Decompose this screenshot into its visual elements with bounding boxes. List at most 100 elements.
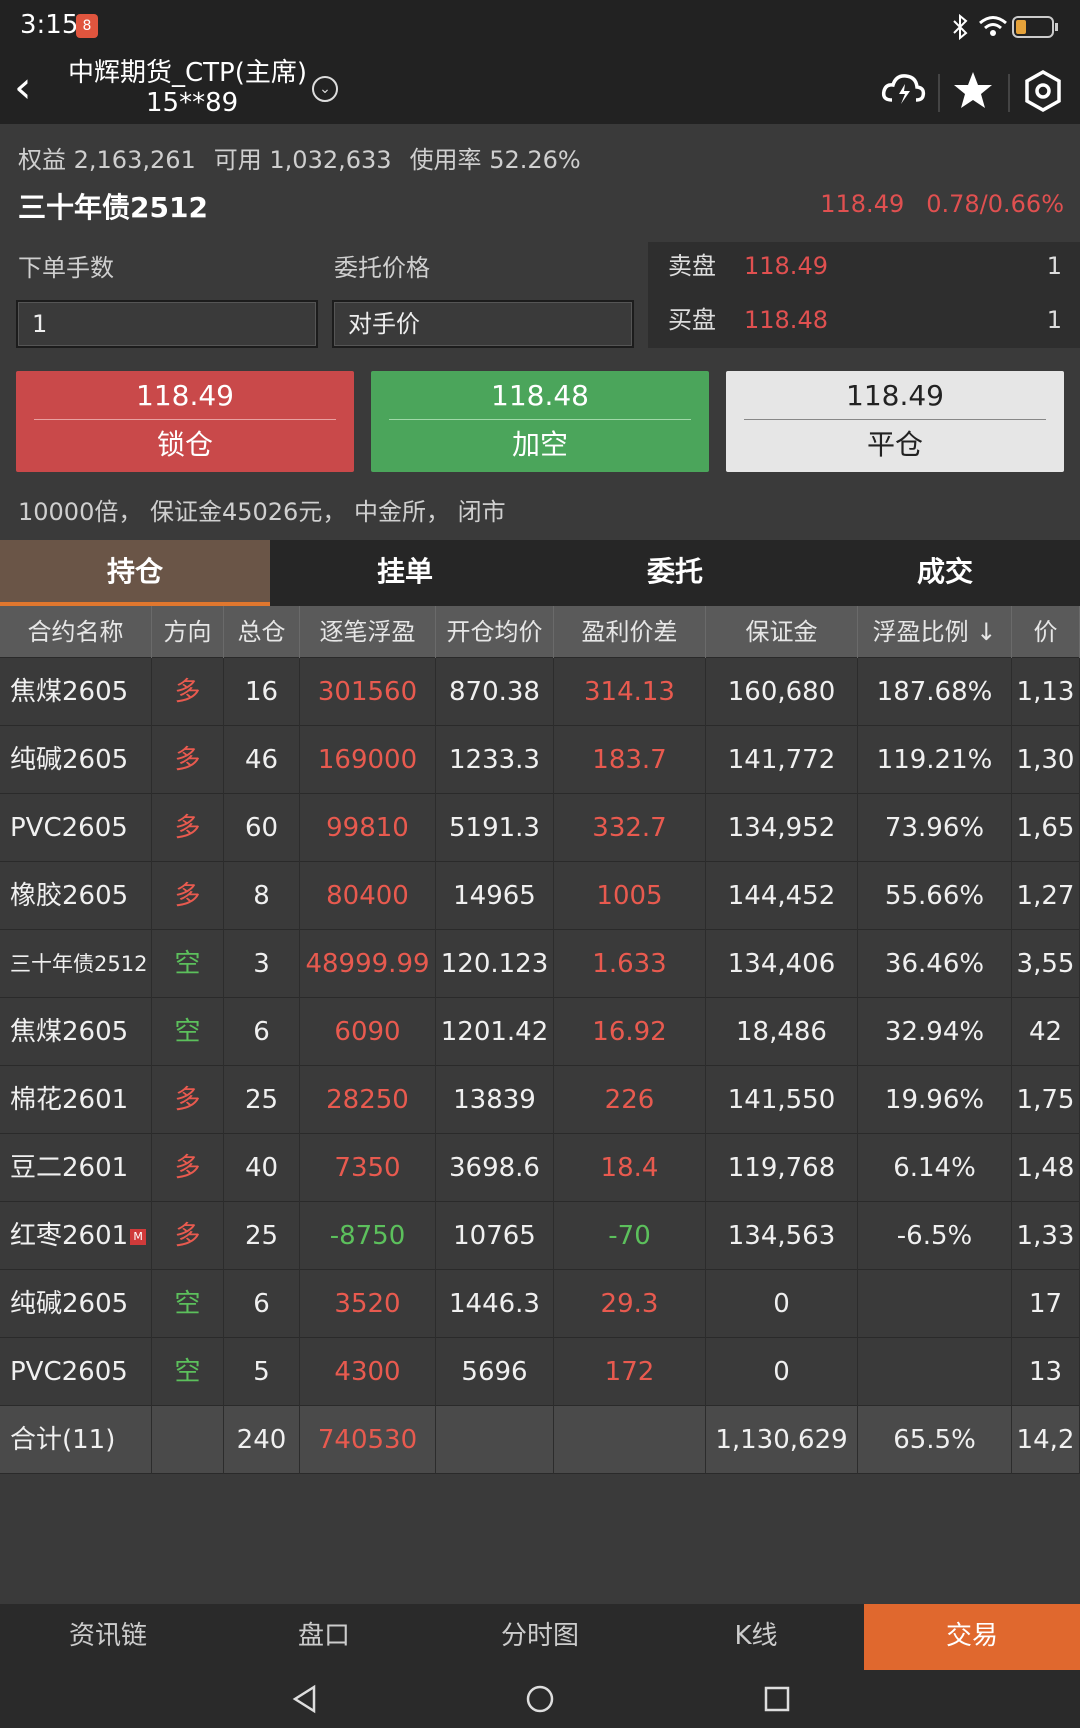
cell-text: 32.94% xyxy=(884,1017,985,1047)
table-row[interactable]: 三十年债2512 空 3 48999.99 120.123 1.633 134,406 36.… xyxy=(0,930,1080,998)
cell-margin: 141,772 xyxy=(706,726,858,794)
table-row[interactable]: 红枣2601 M 多 25 -8750 10765 -70 134,563 -6.5% 1,33 xyxy=(0,1202,1080,1270)
nav-timeshare[interactable]: 分时图 xyxy=(432,1604,648,1670)
cell-margin: 134,563 xyxy=(706,1202,858,1270)
tab-trades[interactable]: 成交 xyxy=(810,540,1080,606)
nav-news[interactable]: 资讯链 xyxy=(0,1604,216,1670)
table-row[interactable]: PVC2605 多 60 99810 5191.3 332.7 134,952 73.96% 1… xyxy=(0,794,1080,862)
header-pnl-ratio[interactable]: 浮盈比例 ↓ xyxy=(858,606,1012,658)
tab-pending[interactable]: 挂单 xyxy=(270,540,540,606)
cell-margin: 18,486 xyxy=(706,998,858,1066)
cell-text: 141,772 xyxy=(727,745,836,775)
cell-avg-price: 14965 xyxy=(436,862,554,930)
ask-label: 卖盘 xyxy=(668,252,716,280)
back-icon[interactable]: ‹ xyxy=(14,66,32,110)
recents-square-icon[interactable] xyxy=(762,1684,792,1714)
table-header: 合约名称 方向 总仓 逐笔浮盈 开仓均价 盈利价差 保证金 浮盈比例 ↓ 价 xyxy=(0,606,1080,658)
lock-position-button[interactable]: 118.49 锁仓 xyxy=(16,371,354,472)
cell-name: PVC2605 xyxy=(0,1338,152,1406)
header-separator xyxy=(938,74,940,112)
settings-icon[interactable] xyxy=(1018,66,1068,116)
cell-pnl-ratio: 32.94% xyxy=(858,998,1012,1066)
nav-orderbook[interactable]: 盘口 xyxy=(216,1604,432,1670)
cell-text: 1.633 xyxy=(592,949,667,979)
cell-text: 1,75 xyxy=(1016,1085,1075,1115)
favorite-star-icon[interactable] xyxy=(948,66,998,116)
cell-text: 183.7 xyxy=(592,745,667,775)
ask-row: 卖盘 118.49 1 xyxy=(668,246,1062,286)
cell-text: 棉花2601 xyxy=(10,1085,129,1115)
cell-total-qty: 3 xyxy=(224,930,300,998)
table-row[interactable]: PVC2605 空 5 4300 5696 172 0 13 xyxy=(0,1338,1080,1406)
tab-orders[interactable]: 委托 xyxy=(540,540,810,606)
table-row[interactable]: 焦煤2605 多 16 301560 870.38 314.13 160,680 187.68… xyxy=(0,658,1080,726)
total-row[interactable]: 合计(11) 240 740530 1,130,629 65.5% 14,2 xyxy=(0,1406,1080,1474)
cell-text: -8750 xyxy=(329,1221,406,1251)
cell-total-qty: 6 xyxy=(224,998,300,1066)
header-direction: 方向 xyxy=(152,606,224,658)
contract-info: 10000倍， 保证金45026元， 中金所， 闭市 xyxy=(18,498,506,526)
cell-float-pnl: 740530 xyxy=(300,1406,436,1474)
account-dropdown-icon[interactable]: ⌄ xyxy=(312,76,338,102)
cell-text: 29.3 xyxy=(600,1289,659,1319)
table-row[interactable]: 棉花2601 多 25 28250 13839 226 141,550 19.96% 1,75 xyxy=(0,1066,1080,1134)
cell-text: -70 xyxy=(608,1221,651,1251)
cell-avg-price: 5696 xyxy=(436,1338,554,1406)
quantity-input[interactable]: 1 xyxy=(16,300,318,348)
cell-text: 19.96% xyxy=(884,1085,985,1115)
cell-pnl-ratio xyxy=(858,1338,1012,1406)
cell-text: 5191.3 xyxy=(449,813,540,843)
equity-text: 权益 2,163,261 xyxy=(18,146,196,174)
cell-direction: 多 xyxy=(152,658,224,726)
cell-float-pnl: 48999.99 xyxy=(300,930,436,998)
cell-text: 1,30 xyxy=(1016,745,1075,775)
cell-text: 42 xyxy=(1028,1017,1063,1047)
available-text: 可用 1,032,633 xyxy=(213,146,392,174)
cell-text: 18.4 xyxy=(600,1153,659,1183)
cell-text: 多 xyxy=(174,1221,201,1251)
back-triangle-icon[interactable] xyxy=(290,1684,320,1714)
cell-text: 141,550 xyxy=(727,1085,836,1115)
cell-text: 空 xyxy=(174,1357,201,1387)
notification-icon: 8 xyxy=(76,14,98,38)
tab-positions[interactable]: 持仓 xyxy=(0,540,270,606)
cell-float-pnl: 99810 xyxy=(300,794,436,862)
cell-text: 301560 xyxy=(317,677,418,707)
cell-text: 226 xyxy=(604,1085,655,1115)
cell-text: 99810 xyxy=(326,813,409,843)
cell-margin: 0 xyxy=(706,1338,858,1406)
table-row[interactable]: 焦煤2605 空 6 6090 1201.42 16.92 18,486 32.94% 42 xyxy=(0,998,1080,1066)
bluetooth-icon xyxy=(953,14,968,40)
table-row[interactable]: 豆二2601 多 40 7350 3698.6 18.4 119,768 6.14% 1,48 xyxy=(0,1134,1080,1202)
cell-price: 14,2 xyxy=(1012,1406,1080,1474)
table-row[interactable]: 纯碱2605 空 6 3520 1446.3 29.3 0 17 xyxy=(0,1270,1080,1338)
table-row[interactable]: 橡胶2605 多 8 80400 14965 1005 144,452 55.66% 1,27 xyxy=(0,862,1080,930)
cell-pnl-ratio: 19.96% xyxy=(858,1066,1012,1134)
price-type-input[interactable]: 对手价 xyxy=(332,300,634,348)
cell-text: PVC2605 xyxy=(10,813,128,843)
nav-trade[interactable]: 交易 xyxy=(864,1604,1080,1670)
cell-price-diff: 1.633 xyxy=(554,930,706,998)
price-type-label: 委托价格 xyxy=(334,254,430,282)
cell-name: 豆二2601 xyxy=(0,1134,152,1202)
order-book: 卖盘 118.49 1 买盘 118.48 1 xyxy=(648,242,1080,348)
cell-text: 合计(11) xyxy=(10,1425,116,1455)
table-row[interactable]: 纯碱2605 多 46 169000 1233.3 183.7 141,772 119.21%… xyxy=(0,726,1080,794)
bid-label: 买盘 xyxy=(668,306,716,334)
last-price: 118.49 xyxy=(820,190,905,218)
instrument-name[interactable]: 三十年债2512 xyxy=(18,186,208,226)
nav-kline[interactable]: K线 xyxy=(648,1604,864,1670)
home-circle-icon[interactable] xyxy=(525,1684,555,1714)
wifi-icon xyxy=(979,16,1007,36)
app-header: ‹ 中辉期货_CTP(主席) 15**89 ⌄ xyxy=(0,56,1080,124)
cell-text: 40 xyxy=(244,1153,279,1183)
cloud-sync-icon[interactable] xyxy=(878,66,928,116)
add-short-button[interactable]: 118.48 加空 xyxy=(371,371,709,472)
cell-name: PVC2605 xyxy=(0,794,152,862)
close-position-button[interactable]: 118.49 平仓 xyxy=(726,371,1064,472)
instrument-quote: 118.49 0.78/0.66% xyxy=(798,190,1064,218)
cell-margin: 134,952 xyxy=(706,794,858,862)
cell-pnl-ratio: 36.46% xyxy=(858,930,1012,998)
cell-price-diff: 1005 xyxy=(554,862,706,930)
cell-price: 1,65 xyxy=(1012,794,1080,862)
